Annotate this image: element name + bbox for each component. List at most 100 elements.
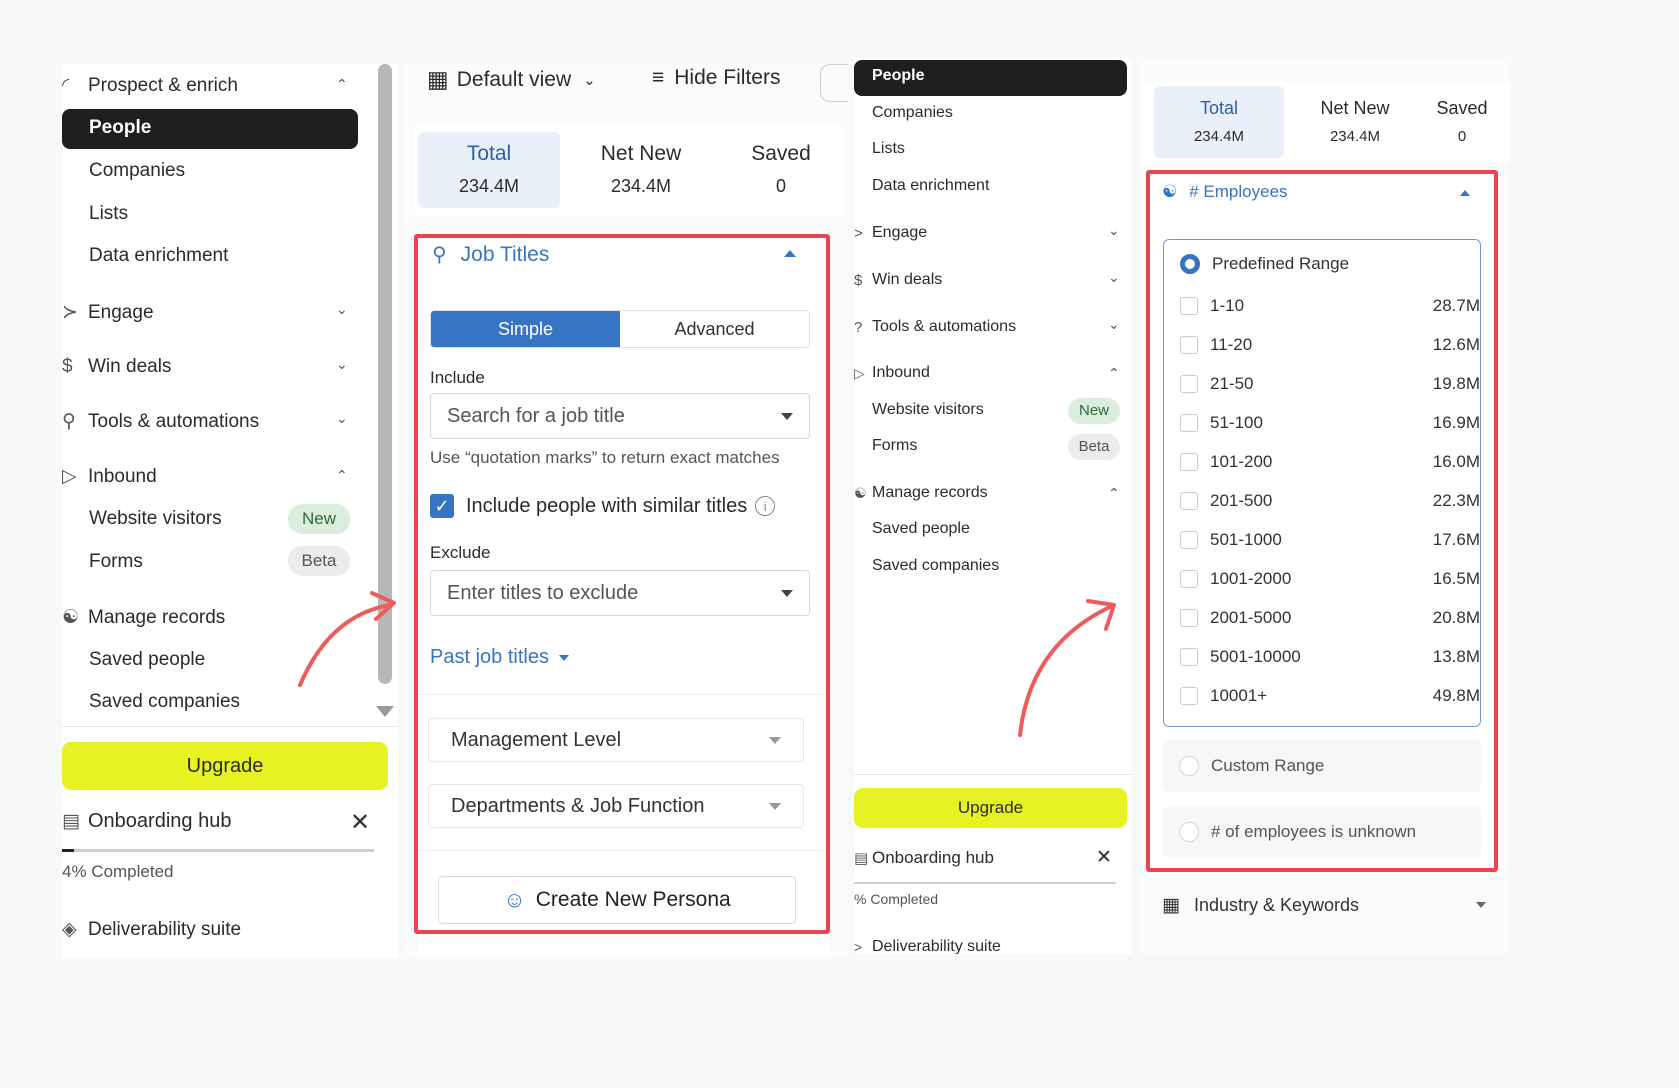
chevron-down-icon[interactable]: ⌄ [1108, 316, 1120, 333]
sidebar-item-saved-companies[interactable]: Saved companies [89, 691, 240, 713]
chevron-down-icon[interactable]: ⌄ [336, 301, 348, 318]
range-checkbox[interactable] [1180, 492, 1198, 510]
custom-range-option[interactable]: Custom Range [1163, 740, 1481, 792]
departments-filter[interactable]: Departments & Job Function [428, 784, 804, 828]
upgrade-button[interactable]: Upgrade [62, 742, 388, 790]
tab-simple[interactable]: Simple [431, 311, 620, 347]
range-option[interactable]: 2001-5000 20.8M [1180, 608, 1480, 628]
chevron-up-icon[interactable]: ⌃ [1108, 365, 1120, 382]
nav-inbound[interactable]: ▷ Inbound [62, 465, 157, 488]
hide-filters-button[interactable]: ≡ Hide Filters [652, 66, 780, 90]
sidebar-item-saved-companies[interactable]: Saved companies [872, 557, 999, 575]
nav-manage-records[interactable]: ☯ Manage records [854, 484, 988, 502]
chevron-down-icon[interactable]: ⌄ [1108, 222, 1120, 239]
sidebar-item-saved-people[interactable]: Saved people [89, 649, 205, 671]
range-option[interactable]: 51-100 16.9M [1180, 413, 1480, 433]
sidebar-item-lists[interactable]: Lists [872, 140, 905, 158]
onboarding-hub[interactable]: ▤ Onboarding hub [62, 810, 231, 833]
sidebar-item-companies[interactable]: Companies [872, 104, 953, 122]
range-checkbox[interactable] [1180, 570, 1198, 588]
management-level-filter[interactable]: Management Level [428, 718, 804, 762]
job-titles-header[interactable]: ⚲ Job Titles [432, 242, 549, 267]
stat-total[interactable]: Total 234.4M [418, 142, 560, 197]
industry-keywords-filter[interactable]: ▦ Industry & Keywords [1162, 894, 1492, 917]
predefined-range-option[interactable]: Predefined Range [1180, 254, 1349, 274]
sidebar-item-website-visitors[interactable]: Website visitors [872, 401, 984, 419]
collapse-icon[interactable] [784, 250, 796, 257]
range-option[interactable]: 201-500 22.3M [1180, 491, 1480, 511]
sidebar-item-people[interactable]: People [62, 109, 358, 149]
sidebar-item-companies[interactable]: Companies [89, 160, 185, 182]
range-checkbox[interactable] [1180, 609, 1198, 627]
stat-saved[interactable]: Saved 0 [1424, 98, 1500, 145]
view-selector[interactable]: ▦ Default view ⌄ [427, 66, 596, 93]
nav-tools-automations[interactable]: ? Tools & automations [854, 318, 1016, 336]
nav-win-deals[interactable]: $ Win deals [854, 271, 942, 289]
range-option[interactable]: 21-50 19.8M [1180, 374, 1480, 394]
chevron-down-icon[interactable]: ⌄ [336, 410, 348, 427]
nav-engage[interactable]: ≻ Engage [62, 301, 154, 324]
nav-engage[interactable]: > Engage [854, 224, 927, 242]
employees-header[interactable]: ☯ # Employees [1162, 182, 1288, 202]
nav-win-deals[interactable]: $ Win deals [62, 356, 171, 378]
onboarding-hub[interactable]: ▤ Onboarding hub [854, 848, 994, 868]
close-icon[interactable]: ✕ [350, 808, 370, 837]
range-checkbox[interactable] [1180, 453, 1198, 471]
close-icon[interactable]: ✕ [1096, 846, 1112, 869]
range-checkbox[interactable] [1180, 375, 1198, 393]
range-option[interactable]: 501-1000 17.6M [1180, 530, 1480, 550]
range-option[interactable]: 10001+ 49.8M [1180, 686, 1480, 706]
radio-selected[interactable] [1180, 254, 1200, 274]
nav-manage-records[interactable]: ☯ Manage records [62, 606, 225, 629]
checkbox-checked[interactable]: ✓ [430, 494, 454, 518]
stat-net-new[interactable]: Net New 234.4M [570, 142, 712, 197]
sidebar-item-saved-people[interactable]: Saved people [872, 520, 970, 538]
include-job-title-select[interactable]: Search for a job title [430, 393, 810, 439]
stat-total[interactable]: Total 234.4M [1154, 98, 1284, 145]
toolbar-button-partial[interactable] [820, 64, 848, 102]
scroll-down-arrow[interactable] [376, 706, 394, 717]
unknown-employees-option[interactable]: # of employees is unknown [1163, 806, 1481, 858]
nav-tools-automations[interactable]: ⚲ Tools & automations [62, 410, 259, 433]
range-checkbox[interactable] [1180, 531, 1198, 549]
range-checkbox[interactable] [1180, 297, 1198, 315]
range-option[interactable]: 1001-2000 16.5M [1180, 569, 1480, 589]
nav-deliverability-suite[interactable]: > Deliverability suite [854, 938, 1001, 954]
sidebar-item-data-enrichment[interactable]: Data enrichment [872, 177, 989, 195]
chevron-up-icon[interactable]: ⌃ [336, 467, 348, 484]
tab-advanced[interactable]: Advanced [620, 311, 809, 347]
upgrade-button[interactable]: Upgrade [854, 788, 1127, 828]
nav-prospect-enrich[interactable]: ◜ Prospect & enrich [62, 74, 238, 97]
exclude-job-title-select[interactable]: Enter titles to exclude [430, 570, 810, 616]
sidebar-item-people[interactable]: People [854, 60, 1127, 96]
management-level-label: Management Level [451, 728, 622, 751]
radio-unselected[interactable] [1179, 822, 1199, 842]
range-option[interactable]: 5001-10000 13.8M [1180, 647, 1480, 667]
sidebar-item-website-visitors[interactable]: Website visitors [89, 508, 222, 530]
range-option[interactable]: 11-20 12.6M [1180, 335, 1480, 355]
sidebar-item-lists[interactable]: Lists [89, 203, 128, 225]
sidebar-item-forms[interactable]: Forms [89, 551, 143, 573]
similar-titles-option[interactable]: ✓ Include people with similar titles i [430, 494, 776, 518]
sidebar-item-data-enrichment[interactable]: Data enrichment [89, 245, 228, 267]
collapse-icon[interactable] [1460, 190, 1470, 196]
chevron-down-icon[interactable]: ⌄ [1108, 269, 1120, 286]
range-checkbox[interactable] [1180, 336, 1198, 354]
range-checkbox[interactable] [1180, 648, 1198, 666]
past-job-titles-toggle[interactable]: Past job titles [430, 646, 569, 669]
range-option[interactable]: 1-10 28.7M [1180, 296, 1480, 316]
range-checkbox[interactable] [1180, 414, 1198, 432]
radio-unselected[interactable] [1179, 756, 1199, 776]
info-icon[interactable]: i [755, 496, 776, 516]
create-persona-button[interactable]: ☺ Create New Persona [438, 876, 796, 924]
chevron-up-icon[interactable]: ⌃ [1108, 485, 1120, 502]
stat-saved[interactable]: Saved 0 [720, 142, 842, 197]
range-option[interactable]: 101-200 16.0M [1180, 452, 1480, 472]
nav-inbound[interactable]: ▷ Inbound [854, 364, 930, 382]
chevron-up-icon[interactable]: ⌃ [336, 76, 348, 93]
nav-deliverability-suite[interactable]: ◈ Deliverability suite [62, 918, 241, 941]
sidebar-item-forms[interactable]: Forms [872, 437, 917, 455]
range-checkbox[interactable] [1180, 687, 1198, 705]
chevron-down-icon[interactable]: ⌄ [336, 356, 348, 373]
stat-net-new[interactable]: Net New 234.4M [1290, 98, 1420, 145]
